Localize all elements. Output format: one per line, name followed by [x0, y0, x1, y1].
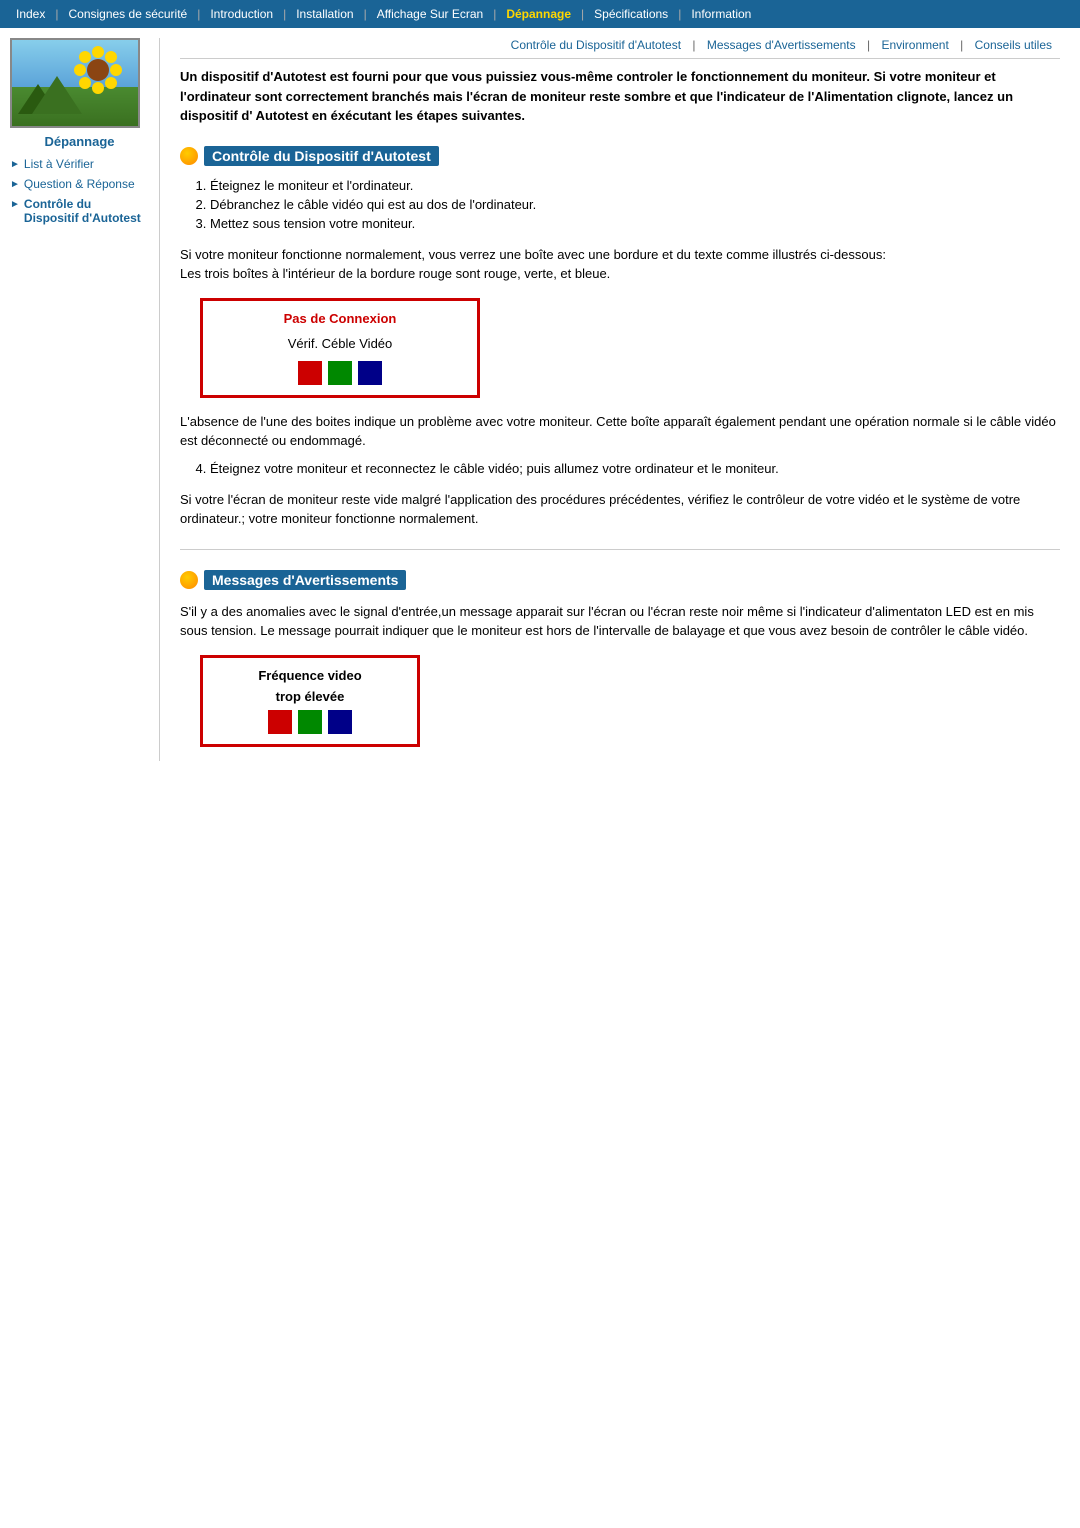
nav-introduction[interactable]: Introduction [202, 5, 281, 23]
sidebar-link-question[interactable]: ► Question & Réponse [10, 177, 149, 191]
arrow-icon-1: ► [10, 159, 20, 170]
step-3: Mettez sous tension votre moniteur. [210, 216, 1060, 231]
nav-sep-7: | [676, 7, 683, 21]
nav-sep-1: | [53, 7, 60, 21]
blue-square-2 [328, 710, 352, 734]
nav-affichage[interactable]: Affichage Sur Ecran [369, 5, 492, 23]
nav-information[interactable]: Information [683, 5, 759, 23]
nav-sep-4: | [362, 7, 369, 21]
section2-title: Messages d'Avertissements [204, 570, 406, 590]
snav-conseils[interactable]: Conseils utiles [967, 38, 1060, 52]
sidebar-image [10, 38, 140, 128]
section-divider [180, 549, 1060, 550]
nav-installation[interactable]: Installation [288, 5, 361, 23]
section2-para1: S'il y a des anomalies avec le signal d'… [180, 602, 1060, 641]
red-square-2 [268, 710, 292, 734]
color-squares [213, 361, 467, 385]
demo-box-subtitle: Vérif. Céble Vidéo [213, 336, 467, 351]
nav-sep-5: | [491, 7, 498, 21]
demo-box: Pas de Connexion Vérif. Céble Vidéo [200, 298, 480, 398]
section2-header: Messages d'Avertissements [180, 570, 1060, 590]
demo-box2-line1: Fréquence video [217, 668, 403, 683]
demo-box2: Fréquence video trop élevée [200, 655, 420, 747]
snav-sep-3: | [957, 38, 967, 52]
sidebar-link-question-label: Question & Réponse [24, 177, 135, 191]
sidebar-link-list[interactable]: ► List à Vérifier [10, 157, 149, 171]
top-navigation: Index | Consignes de sécurité | Introduc… [0, 0, 1080, 28]
demo-box2-line2: trop élevée [217, 689, 403, 704]
content-area: Contrôle du Dispositif d'Autotest | Mess… [160, 38, 1080, 761]
blue-square [358, 361, 382, 385]
section1-title: Contrôle du Dispositif d'Autotest [204, 146, 439, 166]
demo-box-container: Pas de Connexion Vérif. Céble Vidéo [200, 298, 1060, 398]
nav-sep-2: | [195, 7, 202, 21]
nav-index[interactable]: Index [8, 5, 53, 23]
section1-para2: L'absence de l'une des boites indique un… [180, 412, 1060, 451]
intro-paragraph: Un dispositif d'Autotest est fourni pour… [180, 67, 1060, 126]
sidebar-link-controle-label: Contrôle du Dispositif d'Autotest [24, 197, 149, 225]
section1-para1: Si votre moniteur fonctionne normalement… [180, 245, 1060, 284]
demo-box-title: Pas de Connexion [213, 311, 467, 326]
secondary-nav: Contrôle du Dispositif d'Autotest | Mess… [180, 38, 1060, 59]
sidebar-link-controle[interactable]: ► Contrôle du Dispositif d'Autotest [10, 197, 149, 225]
arrow-icon-2: ► [10, 179, 20, 190]
red-square [298, 361, 322, 385]
main-layout: Dépannage ► List à Vérifier ► Question &… [0, 28, 1080, 771]
nav-specifications[interactable]: Spécifications [586, 5, 676, 23]
green-square [328, 361, 352, 385]
nav-sep-3: | [281, 7, 288, 21]
sidebar: Dépannage ► List à Vérifier ► Question &… [0, 38, 160, 761]
green-square-2 [298, 710, 322, 734]
section1-header: Contrôle du Dispositif d'Autotest [180, 146, 1060, 166]
snav-environment[interactable]: Environment [873, 38, 956, 52]
snav-controle[interactable]: Contrôle du Dispositif d'Autotest [503, 38, 689, 52]
section1-para3: Si votre l'écran de moniteur reste vide … [180, 490, 1060, 529]
step-1: Éteignez le moniteur et l'ordinateur. [210, 178, 1060, 193]
steps-list: Éteignez le moniteur et l'ordinateur. Dé… [180, 178, 1060, 231]
demo-box2-squares [217, 710, 403, 734]
nav-sep-6: | [579, 7, 586, 21]
step-2: Débranchez le câble vidéo qui est au dos… [210, 197, 1060, 212]
section1-dot-icon [180, 147, 198, 165]
snav-sep-1: | [689, 38, 699, 52]
step4-list: Éteignez votre moniteur et reconnectez l… [180, 461, 1060, 476]
sidebar-title: Dépannage [10, 134, 149, 149]
arrow-icon-3: ► [10, 199, 20, 210]
nav-depannage[interactable]: Dépannage [498, 5, 579, 23]
snav-messages[interactable]: Messages d'Avertissements [699, 38, 864, 52]
snav-sep-2: | [864, 38, 874, 52]
nav-consignes[interactable]: Consignes de sécurité [60, 5, 195, 23]
step-4: Éteignez votre moniteur et reconnectez l… [210, 461, 1060, 476]
sidebar-link-list-label: List à Vérifier [24, 157, 94, 171]
section2-dot-icon [180, 571, 198, 589]
